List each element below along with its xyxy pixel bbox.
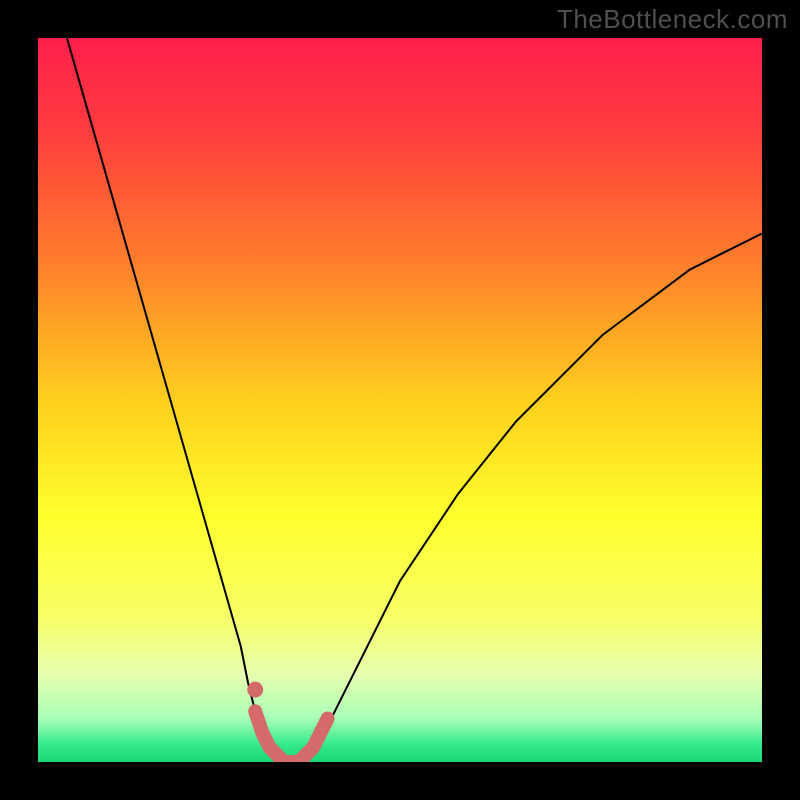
watermark-text: TheBottleneck.com <box>557 4 788 35</box>
bottleneck-curve <box>38 38 762 762</box>
marker-dot-left <box>247 682 263 698</box>
chart-container: { "watermark": "TheBottleneck.com", "col… <box>0 0 800 800</box>
plot-area <box>38 38 762 762</box>
optimal-zone-marker <box>255 711 327 762</box>
